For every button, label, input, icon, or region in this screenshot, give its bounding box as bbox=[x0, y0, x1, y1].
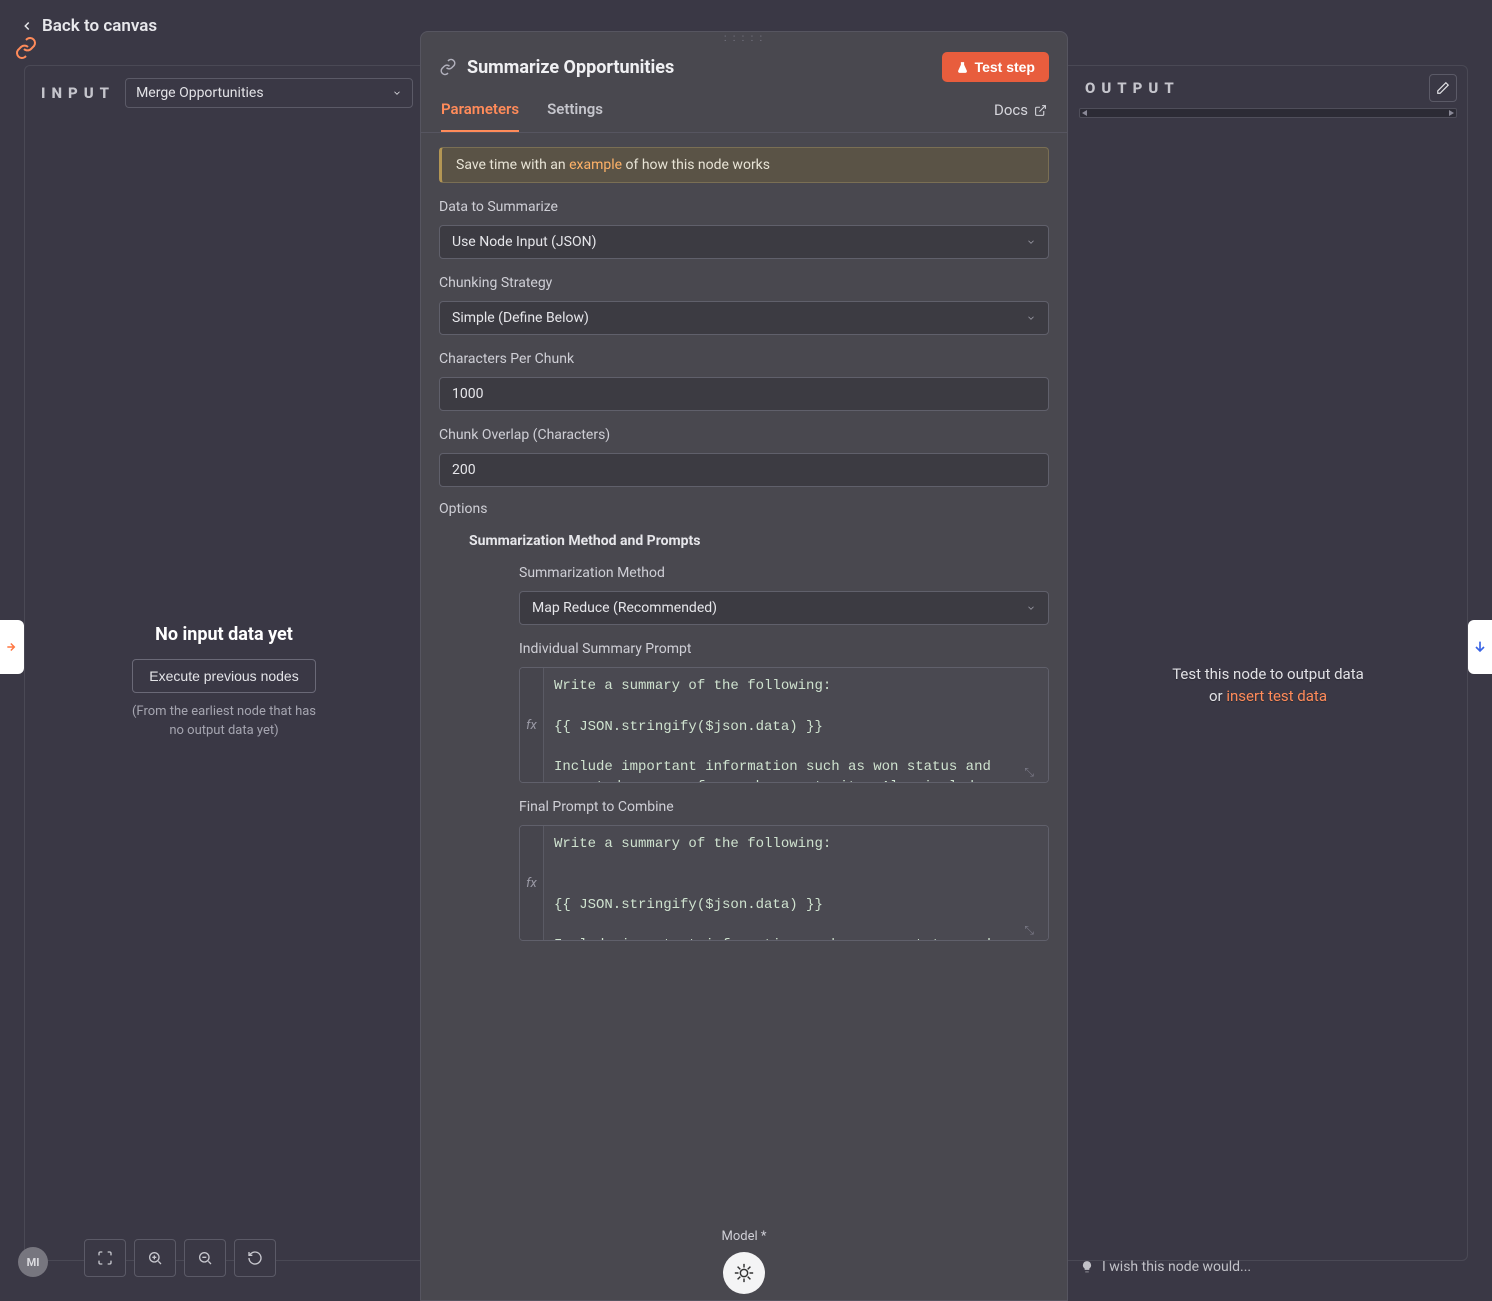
chain-icon bbox=[439, 58, 457, 76]
zoom-in-icon bbox=[147, 1250, 163, 1266]
chunk-overlap-label: Chunk Overlap (Characters) bbox=[439, 427, 1049, 443]
chars-per-chunk-input[interactable] bbox=[452, 386, 1036, 402]
arrow-in-icon bbox=[5, 640, 19, 654]
final-prompt-textarea[interactable] bbox=[544, 826, 1048, 940]
chunking-strategy-value: Simple (Define Below) bbox=[452, 310, 589, 326]
flask-icon bbox=[956, 61, 969, 74]
final-prompt-label: Final Prompt to Combine bbox=[519, 799, 1049, 815]
maximize-icon bbox=[97, 1250, 113, 1266]
sub-section-title: Summarization Method and Prompts bbox=[469, 533, 1049, 549]
input-source-value: Merge Opportunities bbox=[136, 85, 264, 101]
chevron-down-icon bbox=[1026, 603, 1036, 613]
model-label: Model * bbox=[722, 1229, 767, 1244]
output-empty-state: Test this node to output data or insert … bbox=[1079, 118, 1457, 1252]
summarization-method-label: Summarization Method bbox=[519, 565, 1049, 581]
test-step-label: Test step bbox=[975, 59, 1035, 75]
dialog-header: Summarize Opportunities Test step bbox=[421, 44, 1067, 90]
insert-test-data-link[interactable]: insert test data bbox=[1226, 687, 1327, 705]
output-text-line2: or insert test data bbox=[1209, 687, 1327, 705]
drag-handle[interactable]: : : : : : bbox=[421, 32, 1067, 44]
node-config-dialog: : : : : : Summarize Opportunities Test s… bbox=[420, 31, 1068, 1301]
chevron-down-icon bbox=[1026, 237, 1036, 247]
input-empty-hint: (From the earliest node that has no outp… bbox=[124, 703, 324, 739]
undo-button[interactable] bbox=[234, 1239, 276, 1277]
tab-settings[interactable]: Settings bbox=[547, 90, 603, 132]
resize-handle-icon[interactable]: ⤡ bbox=[1024, 765, 1034, 780]
back-label: Back to canvas bbox=[42, 16, 157, 36]
chunking-strategy-select[interactable]: Simple (Define Below) bbox=[439, 301, 1049, 335]
openai-icon bbox=[733, 1262, 755, 1284]
output-panel: OUTPUT Test this node to output data or … bbox=[1079, 74, 1457, 1252]
input-source-select[interactable]: Merge Opportunities bbox=[125, 78, 413, 108]
tab-parameters[interactable]: Parameters bbox=[441, 90, 519, 132]
test-step-button[interactable]: Test step bbox=[942, 52, 1049, 82]
data-to-summarize-label: Data to Summarize bbox=[439, 199, 1049, 215]
individual-prompt-textarea[interactable] bbox=[544, 668, 1048, 782]
zoom-out-icon bbox=[197, 1250, 213, 1266]
dialog-footer: Model * bbox=[421, 1217, 1067, 1300]
feedback-link[interactable]: I wish this node would... bbox=[1080, 1259, 1251, 1275]
chars-per-chunk-field[interactable] bbox=[439, 377, 1049, 411]
data-to-summarize-value: Use Node Input (JSON) bbox=[452, 234, 596, 250]
input-panel: INPUT Merge Opportunities No input data … bbox=[35, 74, 413, 1252]
fx-badge[interactable]: fx bbox=[520, 826, 544, 940]
right-panel-handle[interactable] bbox=[1468, 620, 1492, 674]
tip-banner: Save time with an example of how this no… bbox=[439, 147, 1049, 183]
input-title: INPUT bbox=[41, 84, 115, 102]
zoom-in-button[interactable] bbox=[134, 1239, 176, 1277]
canvas-toolbar bbox=[84, 1239, 276, 1277]
pencil-icon bbox=[1436, 81, 1450, 95]
output-or: or bbox=[1209, 687, 1226, 705]
docs-link[interactable]: Docs bbox=[994, 90, 1047, 132]
options-label: Options bbox=[439, 501, 1049, 517]
output-hscrollbar[interactable] bbox=[1079, 108, 1457, 118]
chunk-overlap-field[interactable] bbox=[439, 453, 1049, 487]
docs-label: Docs bbox=[994, 101, 1028, 119]
output-title: OUTPUT bbox=[1085, 79, 1180, 97]
resize-handle-icon[interactable]: ⤡ bbox=[1024, 923, 1034, 938]
output-text-line1: Test this node to output data bbox=[1172, 665, 1364, 683]
final-prompt-wrap: fx ⤡ bbox=[519, 825, 1049, 941]
chunk-overlap-input[interactable] bbox=[452, 462, 1036, 478]
arrow-left-icon bbox=[20, 19, 34, 33]
model-node[interactable] bbox=[723, 1252, 765, 1294]
chain-icon bbox=[14, 36, 38, 60]
external-link-icon bbox=[1034, 104, 1047, 117]
summarization-method-value: Map Reduce (Recommended) bbox=[532, 600, 717, 616]
input-empty-title: No input data yet bbox=[155, 624, 293, 645]
data-to-summarize-select[interactable]: Use Node Input (JSON) bbox=[439, 225, 1049, 259]
tip-post: of how this node works bbox=[622, 157, 770, 173]
dialog-title: Summarize Opportunities bbox=[467, 57, 674, 78]
back-to-canvas-link[interactable]: Back to canvas bbox=[20, 16, 157, 36]
fit-view-button[interactable] bbox=[84, 1239, 126, 1277]
feedback-text: I wish this node would... bbox=[1102, 1259, 1251, 1275]
tip-example-link[interactable]: example bbox=[569, 157, 622, 173]
user-avatar[interactable]: MI bbox=[18, 1247, 48, 1277]
chevron-down-icon bbox=[392, 88, 402, 98]
output-header: OUTPUT bbox=[1079, 74, 1457, 102]
summarization-method-select[interactable]: Map Reduce (Recommended) bbox=[519, 591, 1049, 625]
individual-prompt-wrap: fx ⤡ bbox=[519, 667, 1049, 783]
edit-output-button[interactable] bbox=[1429, 74, 1457, 102]
fx-badge[interactable]: fx bbox=[520, 668, 544, 782]
input-header: INPUT Merge Opportunities bbox=[35, 74, 413, 112]
undo-icon bbox=[247, 1250, 263, 1266]
tip-pre: Save time with an bbox=[456, 157, 569, 173]
dialog-tabs: Parameters Settings Docs bbox=[421, 90, 1067, 133]
individual-prompt-label: Individual Summary Prompt bbox=[519, 641, 1049, 657]
chars-per-chunk-label: Characters Per Chunk bbox=[439, 351, 1049, 367]
chunking-strategy-label: Chunking Strategy bbox=[439, 275, 1049, 291]
dialog-body: Save time with an example of how this no… bbox=[421, 133, 1067, 1217]
chevron-down-icon bbox=[1026, 313, 1036, 323]
arrow-down-icon bbox=[1472, 639, 1488, 655]
left-panel-handle[interactable] bbox=[0, 620, 24, 674]
execute-previous-button[interactable]: Execute previous nodes bbox=[132, 659, 315, 693]
input-empty-state: No input data yet Execute previous nodes… bbox=[124, 112, 324, 1252]
zoom-out-button[interactable] bbox=[184, 1239, 226, 1277]
lightbulb-icon bbox=[1080, 1260, 1094, 1274]
